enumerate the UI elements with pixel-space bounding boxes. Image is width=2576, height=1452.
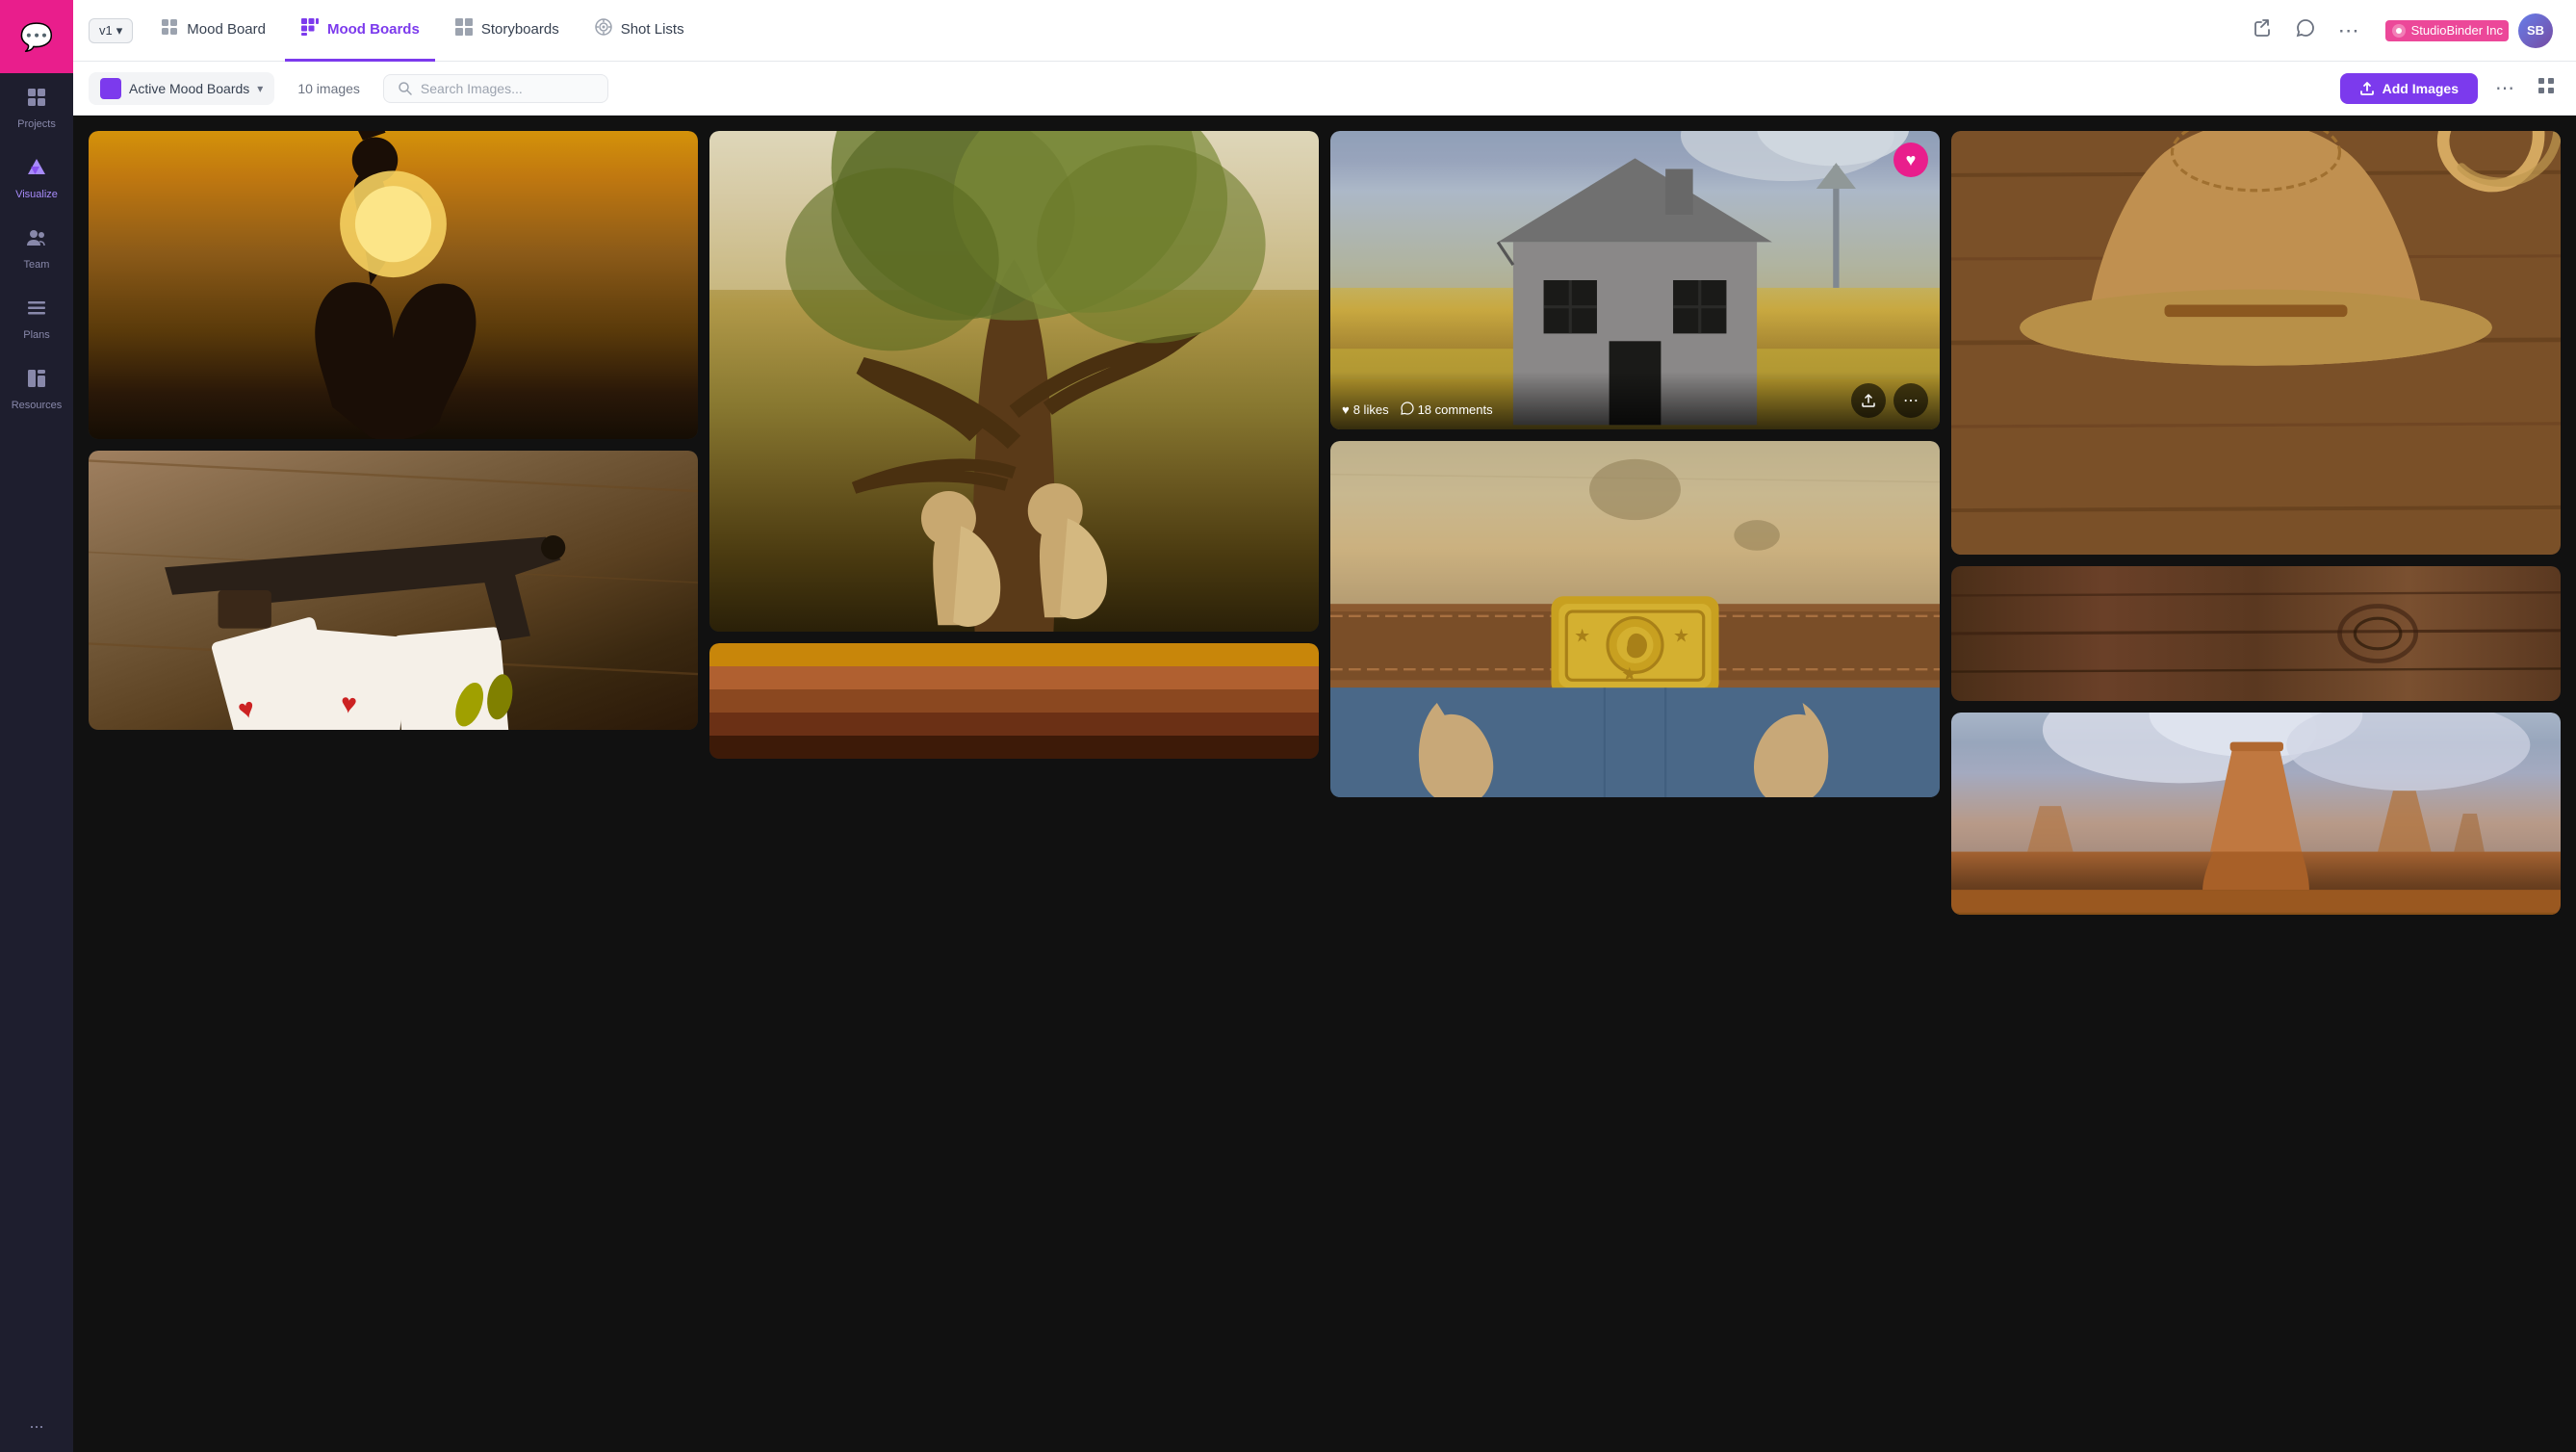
top-navigation: v1 ▾ Mood Board bbox=[73, 0, 2576, 62]
storyboards-icon bbox=[454, 17, 474, 40]
more-action-button[interactable]: ⋯ bbox=[1893, 383, 1928, 418]
grid-column-3: ♥ ♥ 8 likes bbox=[1330, 131, 1940, 797]
board-selector-icon bbox=[100, 78, 121, 99]
comment-icon bbox=[1401, 402, 1414, 418]
svg-text:♥: ♥ bbox=[340, 688, 359, 720]
user-profile[interactable]: StudioBinder Inc SB bbox=[2378, 10, 2561, 52]
tab-label: Mood Boards bbox=[327, 21, 420, 38]
heart-badge: ♥ bbox=[1893, 143, 1928, 177]
resources-icon bbox=[26, 368, 47, 395]
add-images-label: Add Images bbox=[2383, 81, 2459, 96]
sidebar-item-projects[interactable]: Projects bbox=[0, 73, 73, 143]
more-options-button[interactable]: ⋯ bbox=[2332, 13, 2366, 49]
image-actions: ⋯ bbox=[1851, 383, 1928, 418]
heart-icon: ♥ bbox=[1342, 402, 1350, 417]
toolbar-more-button[interactable]: ⋯ bbox=[2489, 70, 2520, 106]
sidebar-item-label: Plans bbox=[23, 329, 50, 341]
projects-icon bbox=[26, 87, 47, 114]
tab-label: Mood Board bbox=[187, 21, 266, 38]
image-card-house[interactable]: ♥ ♥ 8 likes bbox=[1330, 131, 1940, 429]
dropdown-icon: ▾ bbox=[257, 82, 263, 95]
comments-stat: 18 comments bbox=[1401, 402, 1493, 418]
upload-icon bbox=[2359, 81, 2375, 96]
nav-actions: ⋯ StudioBinder Inc SB bbox=[2248, 10, 2561, 52]
app-logo[interactable]: 💬 bbox=[0, 0, 73, 73]
logo-icon: 💬 bbox=[20, 21, 54, 53]
share-button[interactable] bbox=[2248, 13, 2279, 49]
toolbar-view-button[interactable] bbox=[2532, 71, 2561, 105]
image-card-belt[interactable]: ★ ★ ★ bbox=[1330, 441, 1940, 797]
sidebar-item-resources[interactable]: Resources bbox=[0, 354, 73, 425]
user-name: StudioBinder Inc bbox=[2411, 23, 2503, 38]
comments-count: 18 comments bbox=[1418, 402, 1493, 417]
image-card-horse[interactable] bbox=[89, 131, 698, 439]
grid-column-1: ♥ ♥ bbox=[89, 131, 698, 730]
tab-storyboards[interactable]: Storyboards bbox=[439, 0, 575, 62]
board-selector-label: Active Mood Boards bbox=[129, 81, 249, 96]
sidebar: 💬 Projects Visualize bbox=[0, 0, 73, 1452]
image-count: 10 images bbox=[286, 75, 372, 102]
sidebar-item-plans[interactable]: Plans bbox=[0, 284, 73, 354]
sidebar-item-team[interactable]: Team bbox=[0, 214, 73, 284]
likes-count: 8 likes bbox=[1353, 402, 1389, 417]
search-bar bbox=[383, 74, 608, 103]
search-icon bbox=[398, 81, 413, 96]
image-stats: ♥ 8 likes 18 comments bbox=[1342, 402, 1493, 418]
grid-column-4 bbox=[1951, 131, 2561, 915]
grid-column-2 bbox=[709, 131, 1319, 759]
sidebar-item-label: Team bbox=[24, 259, 50, 271]
chevron-down-icon: ▾ bbox=[116, 23, 123, 39]
sidebar-item-visualize[interactable]: Visualize bbox=[0, 143, 73, 214]
mood-board-icon bbox=[160, 17, 179, 40]
image-grid: ♥ ♥ bbox=[73, 116, 2576, 1452]
upload-action-button[interactable] bbox=[1851, 383, 1886, 418]
sidebar-item-label: Resources bbox=[12, 400, 63, 411]
image-card-palette[interactable] bbox=[709, 643, 1319, 759]
version-badge[interactable]: v1 ▾ bbox=[89, 18, 133, 43]
comment-button[interactable] bbox=[2290, 13, 2321, 49]
tab-label: Shot Lists bbox=[621, 21, 684, 38]
sidebar-item-label: Projects bbox=[17, 118, 56, 130]
sidebar-more[interactable]: ... bbox=[29, 1413, 43, 1452]
image-overlay: ♥ 8 likes 18 comments bbox=[1330, 372, 1940, 429]
likes-stat: ♥ 8 likes bbox=[1342, 402, 1389, 417]
tab-shot-lists[interactable]: Shot Lists bbox=[579, 0, 700, 62]
image-card-gun[interactable]: ♥ ♥ bbox=[89, 451, 698, 730]
search-input[interactable] bbox=[421, 81, 594, 96]
tab-label: Storyboards bbox=[481, 21, 559, 38]
image-card-wood[interactable] bbox=[1951, 566, 2561, 701]
sidebar-item-label: Visualize bbox=[15, 189, 58, 200]
board-selector[interactable]: Active Mood Boards ▾ bbox=[89, 72, 274, 105]
svg-text:★: ★ bbox=[1574, 627, 1590, 647]
tab-mood-board[interactable]: Mood Board bbox=[144, 0, 281, 62]
team-icon bbox=[26, 227, 47, 254]
toolbar: Active Mood Boards ▾ 10 images Add Image… bbox=[73, 62, 2576, 116]
add-images-button[interactable]: Add Images bbox=[2340, 73, 2478, 104]
image-card-tree[interactable] bbox=[709, 131, 1319, 632]
main-content: v1 ▾ Mood Board bbox=[73, 0, 2576, 1452]
user-avatar: SB bbox=[2518, 13, 2553, 48]
shot-lists-icon bbox=[594, 17, 613, 40]
visualize-icon bbox=[26, 157, 47, 184]
svg-text:★: ★ bbox=[1673, 627, 1689, 647]
svg-text:★: ★ bbox=[1621, 664, 1637, 685]
image-card-monument[interactable] bbox=[1951, 713, 2561, 915]
mood-boards-icon bbox=[300, 17, 320, 40]
tab-mood-boards[interactable]: Mood Boards bbox=[285, 0, 435, 62]
image-card-hat[interactable] bbox=[1951, 131, 2561, 555]
plans-icon bbox=[26, 298, 47, 324]
